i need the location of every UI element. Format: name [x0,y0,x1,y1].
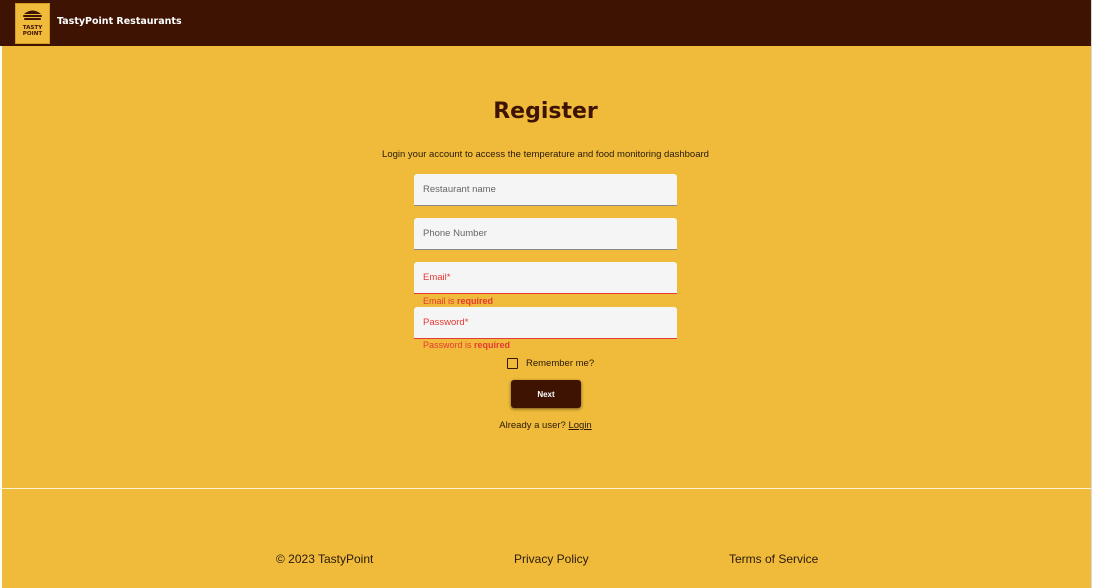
logo-text: TASTY POINT [22,25,43,37]
password-error: Password is required [423,340,511,350]
password-input[interactable] [414,307,677,339]
footer-copyright: © 2023 TastyPoint [276,552,374,566]
page-subtitle: Login your account to access the tempera… [382,149,709,160]
phone-number-input[interactable] [414,218,677,250]
already-user-text: Already a user? Login [499,420,592,431]
top-navbar: TASTY POINT TastyPoint Restaurants [0,0,1091,46]
burger-icon [23,10,42,20]
remember-me-label[interactable]: Remember me? [526,358,594,369]
login-link[interactable]: Login [568,420,591,431]
remember-me-checkbox[interactable] [507,357,518,369]
privacy-policy-link[interactable]: Privacy Policy [514,552,589,566]
restaurant-name-input[interactable] [414,174,677,206]
terms-of-service-link[interactable]: Terms of Service [729,552,818,566]
tastypoint-logo[interactable]: TASTY POINT [15,3,50,44]
vertical-scrollbar[interactable] [1091,0,1100,588]
left-edge [0,46,2,588]
footer-divider [0,488,1091,489]
page-title: Register [493,99,598,124]
next-button[interactable]: Next [511,380,581,408]
email-input[interactable] [414,262,677,294]
brand-title[interactable]: TastyPoint Restaurants [57,16,182,27]
remember-me[interactable]: Remember me? [507,357,594,369]
email-error: Email is required [423,296,494,306]
